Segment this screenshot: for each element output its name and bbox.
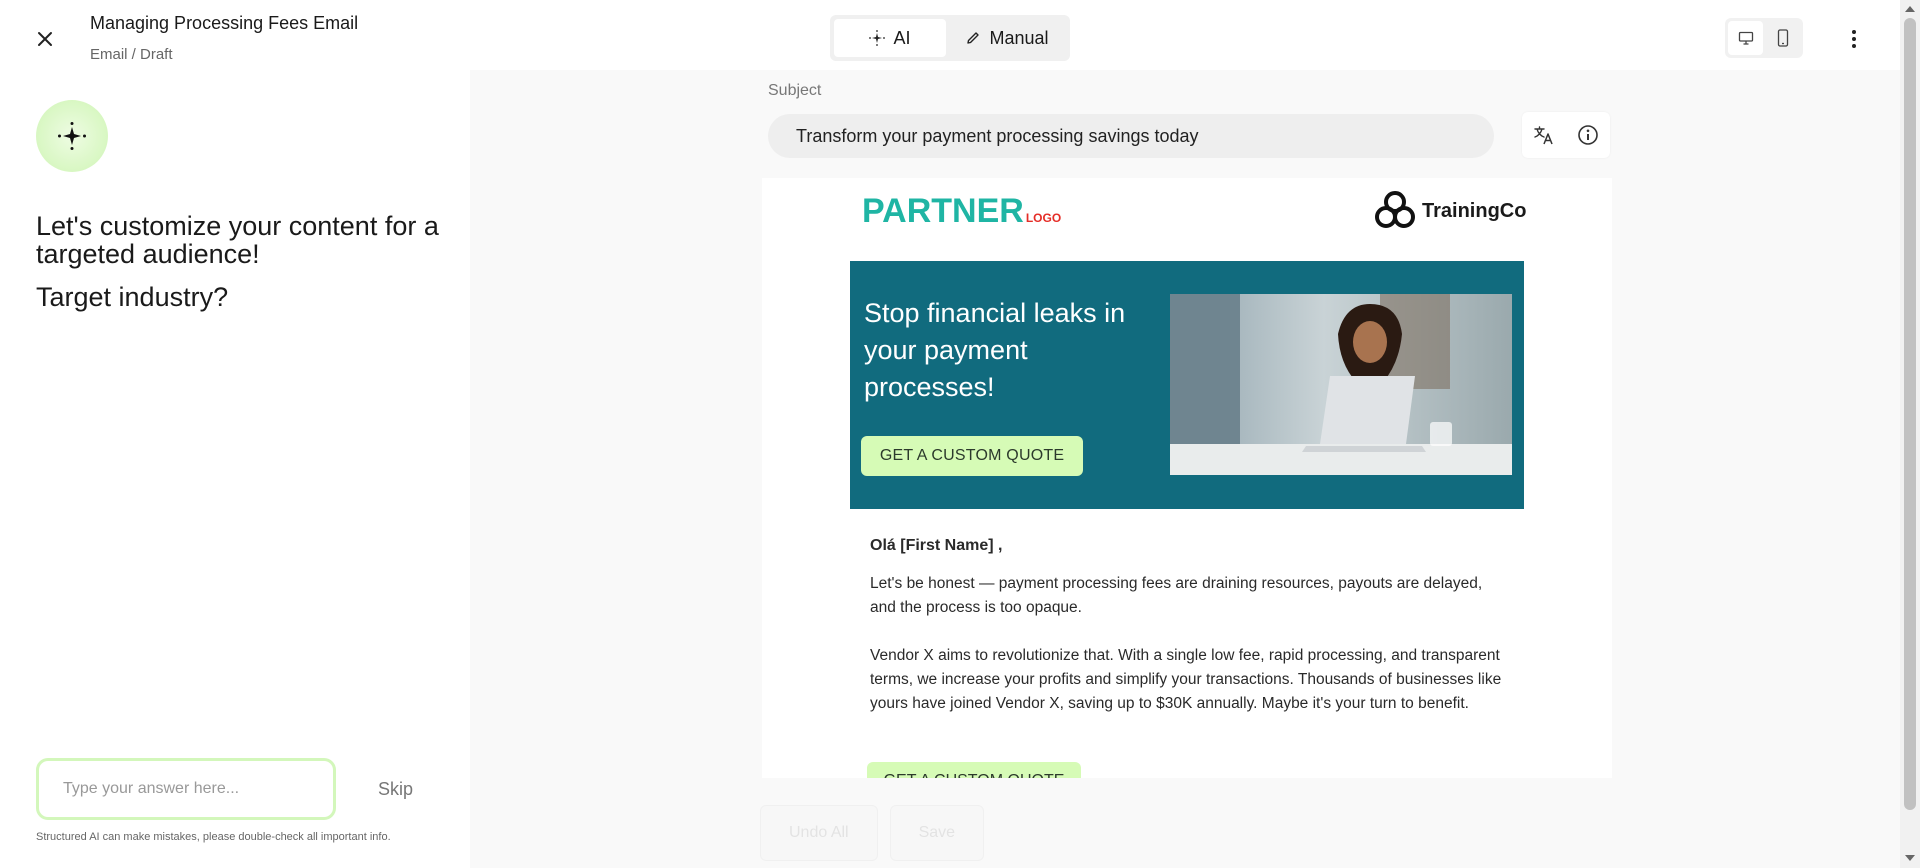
desktop-icon <box>1738 31 1753 45</box>
email-paragraph: Let's be honest — payment processing fee… <box>870 575 1483 616</box>
subject-text: Transform your payment processing saving… <box>796 125 1199 146</box>
woman-laptop-photo <box>1170 294 1512 475</box>
hero-banner: Stop financial leaks in your payment pro… <box>850 261 1524 509</box>
ai-disclaimer: Structured AI can make mistakes, please … <box>36 831 391 843</box>
skip-button[interactable]: Skip <box>378 779 413 800</box>
mobile-view-button[interactable] <box>1765 21 1800 55</box>
editor-area: Subject Transform your payment processin… <box>470 70 1900 868</box>
close-button[interactable] <box>32 26 58 52</box>
partner-logo-text: PARTNER <box>862 192 1024 230</box>
more-options-button[interactable] <box>1842 24 1866 54</box>
document-title: Managing Processing Fees Email <box>90 13 359 33</box>
mode-ai-button[interactable]: AI <box>834 19 946 57</box>
sparkle-icon <box>869 30 886 46</box>
knot-logo-icon <box>1375 191 1415 228</box>
brand-logo: TrainingCo <box>1372 188 1526 234</box>
translate-button[interactable] <box>1528 119 1560 151</box>
email-preview: PARTNER LOGO TrainingCo Stop financial le… <box>762 178 1612 778</box>
body-cta-button[interactable]: GET A CUSTOM QUOTE <box>867 762 1081 778</box>
scroll-thumb[interactable] <box>1904 18 1916 810</box>
partner-logo: PARTNER LOGO <box>862 192 1061 231</box>
email-greeting: Olá [First Name] , <box>870 537 1003 554</box>
breadcrumb: Email / Draft <box>90 46 173 63</box>
assistant-panel: Let's customize your content for a targe… <box>0 70 470 868</box>
sparkle-icon <box>58 122 86 150</box>
brand-name: TrainingCo <box>1422 199 1527 222</box>
page-scrollbar[interactable] <box>1900 0 1920 868</box>
action-bar: Undo All Save <box>760 805 985 861</box>
mode-manual-label: Manual <box>989 27 1049 48</box>
assistant-prompt: Let's customize your content for a targe… <box>36 211 439 269</box>
translate-icon <box>1534 126 1553 145</box>
subject-tools <box>1522 112 1610 158</box>
hero-title: Stop financial leaks in your payment pro… <box>864 298 1126 402</box>
mode-toggle: AI Manual <box>830 15 1070 61</box>
more-vertical-icon <box>1852 30 1856 48</box>
undo-all-button[interactable]: Undo All <box>760 805 878 861</box>
desktop-view-button[interactable] <box>1728 21 1763 55</box>
mobile-icon <box>1777 29 1788 47</box>
email-body: Olá [First Name] , Let's be honest — pay… <box>870 534 1510 740</box>
mode-manual-button[interactable]: Manual <box>948 19 1066 57</box>
subject-label: Subject <box>768 82 822 99</box>
answer-field <box>36 758 336 820</box>
answer-input[interactable] <box>63 761 309 817</box>
pencil-icon <box>967 32 980 44</box>
info-icon <box>1578 125 1598 145</box>
hero-cta-button[interactable]: GET A CUSTOM QUOTE <box>861 436 1083 476</box>
info-button[interactable] <box>1572 119 1604 151</box>
ai-avatar <box>36 100 108 172</box>
partner-logo-suffix: LOGO <box>1025 211 1062 225</box>
email-editor-app: Managing Processing Fees Email Email / D… <box>0 0 1920 868</box>
assistant-question: Target industry? <box>36 282 229 312</box>
save-button[interactable]: Save <box>889 805 985 861</box>
close-icon <box>38 32 52 46</box>
email-paragraph: Vendor X aims to revolutionize that. Wit… <box>870 647 1502 712</box>
scroll-up-icon[interactable] <box>1905 6 1915 12</box>
device-toggle <box>1725 18 1803 58</box>
scroll-down-icon[interactable] <box>1905 855 1915 861</box>
subject-field[interactable]: Transform your payment processing saving… <box>768 114 1494 158</box>
hero-photo <box>1170 294 1512 475</box>
mode-ai-label: AI <box>893 27 911 48</box>
